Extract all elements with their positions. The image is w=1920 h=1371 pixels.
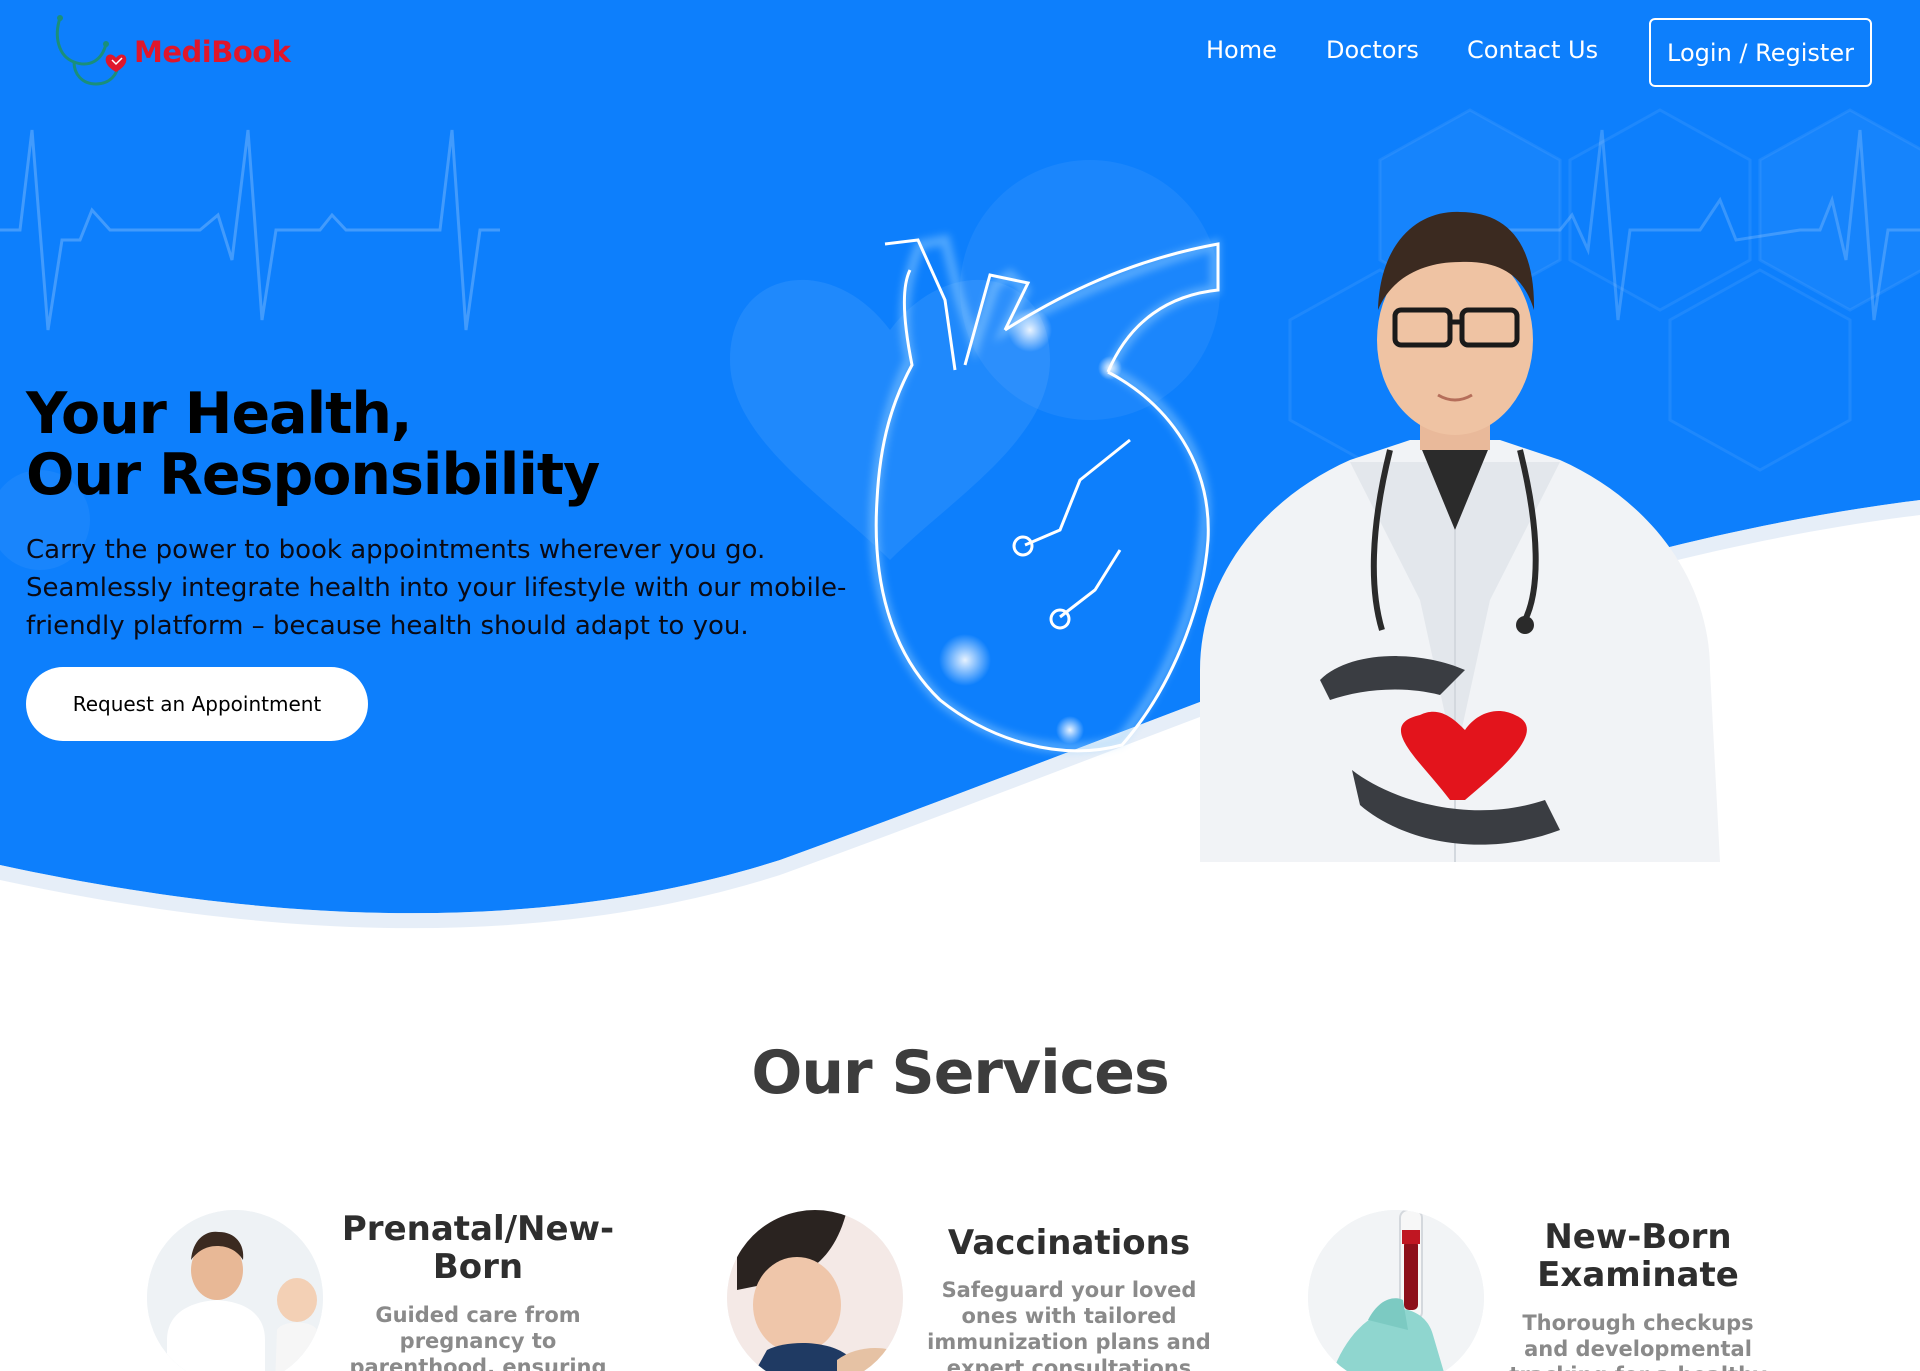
service-title: Vaccinations	[947, 1223, 1191, 1263]
service-title: Prenatal/New-Born	[341, 1209, 615, 1287]
hero-title: Your Health, Our Responsibility	[26, 381, 600, 508]
nav-contact-link[interactable]: Contact Us	[1467, 36, 1598, 64]
service-title: New-Born Examinate	[1537, 1217, 1739, 1295]
newborn-examinate-image	[1308, 1210, 1484, 1371]
request-appointment-button[interactable]: Request an Appointment	[26, 667, 368, 741]
nav-home-link[interactable]: Home	[1206, 36, 1277, 64]
service-description: Guided care from pregnancy to parenthood…	[349, 1303, 607, 1371]
hero-title-line1: Your Health,	[26, 381, 413, 447]
hero-section: MediBook Home Doctors Contact Us Login /…	[0, 0, 1920, 980]
hero-title-line2: Our Responsibility	[26, 442, 600, 508]
service-description: Safeguard your loved ones with tailored …	[927, 1278, 1211, 1371]
prenatal-image	[147, 1210, 323, 1371]
doctor-illustration	[1200, 211, 1720, 862]
brand-name: MediBook	[134, 35, 291, 69]
vaccinations-image	[727, 1210, 903, 1371]
service-description: Thorough checkups and developmental trac…	[1509, 1311, 1766, 1371]
hero-description: Carry the power to book appointments whe…	[26, 535, 847, 641]
stethoscope-heart-logo-icon	[55, 15, 127, 86]
nav-doctors-link[interactable]: Doctors	[1326, 36, 1419, 64]
services-title: Our Services	[751, 1038, 1169, 1108]
login-register-button[interactable]: Login / Register	[1649, 18, 1872, 87]
brand-logo[interactable]: MediBook	[52, 14, 291, 90]
